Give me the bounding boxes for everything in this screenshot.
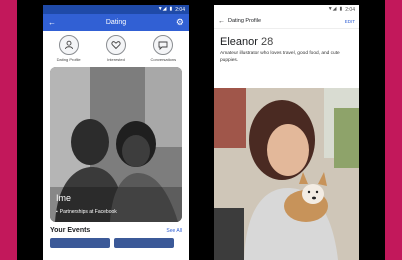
dating-profile-shortcut[interactable]: Dating Profile xyxy=(46,35,92,63)
battery-icon: ▮ xyxy=(169,6,173,12)
briefcase-icon: ▪ xyxy=(56,209,58,215)
app-bar: ← Dating ⚙ xyxy=(43,14,189,31)
heart-icon xyxy=(105,35,126,55)
profile-photo-image xyxy=(214,88,359,260)
events-header: Your Events See All xyxy=(43,224,189,234)
match-workplace: ▪ Partnerships at Facebook xyxy=(56,209,117,215)
battery-icon: ▮ xyxy=(339,6,343,12)
workplace-label: Partnerships at Facebook xyxy=(59,209,117,215)
profile-name: Eleanor xyxy=(220,36,258,48)
conversations-shortcut[interactable]: Conversations xyxy=(140,35,186,63)
chat-icon xyxy=(153,35,174,55)
status-bar: ▼◢ ▮ 2:04 xyxy=(214,5,359,14)
edit-button[interactable]: EDIT xyxy=(345,19,355,24)
profile-heading: Eleanor 28 xyxy=(214,29,359,48)
app-bar: ← Dating Profile EDIT xyxy=(214,14,359,29)
dating-home-screen: ▼◢ ▮ 2:04 ← Dating ⚙ Dating Profile Inte… xyxy=(43,5,189,260)
dating-profile-screen: ▼◢ ▮ 2:04 ← Dating Profile EDIT Eleanor … xyxy=(214,5,359,260)
event-card[interactable] xyxy=(50,238,110,248)
events-title: Your Events xyxy=(50,227,91,234)
status-time: 2:04 xyxy=(175,6,185,13)
shortcut-label: Conversations xyxy=(150,57,177,62)
status-bar: ▼◢ ▮ 2:04 xyxy=(43,5,189,14)
match-name: Ime xyxy=(56,193,72,203)
page-title: Dating xyxy=(105,19,127,26)
status-time: 2:04 xyxy=(345,6,355,13)
person-icon xyxy=(58,35,79,55)
suggested-match-card[interactable]: Ime ▪ Partnerships at Facebook xyxy=(50,67,182,222)
see-all-link[interactable]: See All xyxy=(166,228,182,234)
shortcut-label: Dating Profile xyxy=(56,57,81,62)
profile-bio: Amateur illustrator who loves travel, go… xyxy=(220,51,340,63)
back-arrow-icon[interactable]: ← xyxy=(218,18,228,25)
event-card[interactable] xyxy=(114,238,174,248)
shortcut-row: Dating Profile Interested Conversations xyxy=(43,31,189,65)
back-arrow-icon[interactable]: ← xyxy=(48,18,58,27)
page-title: Dating Profile xyxy=(228,18,262,24)
interested-shortcut[interactable]: Interested xyxy=(93,35,139,63)
events-list xyxy=(43,234,189,248)
gear-icon[interactable]: ⚙ xyxy=(176,17,184,28)
profile-age: 28 xyxy=(260,36,274,48)
signal-icon: ▼◢ xyxy=(327,6,337,12)
signal-icon: ▼◢ xyxy=(157,6,167,12)
profile-photo xyxy=(214,88,359,260)
shortcut-label: Interested xyxy=(107,57,125,62)
